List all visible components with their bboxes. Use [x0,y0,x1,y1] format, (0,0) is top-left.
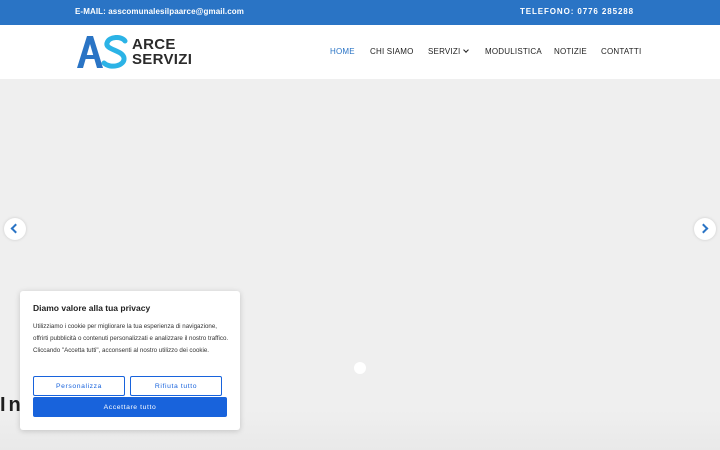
slider-dot[interactable] [354,362,366,374]
nav-home[interactable]: HOME [330,47,355,56]
cookie-text: Utilizziamo i cookie per migliorare la t… [33,323,229,354]
slider-prev-button[interactable] [4,218,26,240]
cookie-title: Diamo valore alla tua privacy [33,303,151,313]
nav-chi-siamo[interactable]: CHI SIAMO [370,47,414,56]
contact-phone[interactable]: TELEFONO: 0776 285288 [520,7,634,16]
nav-modulistica[interactable]: MODULISTICA [485,47,542,56]
site-header: ARCE SERVIZI HOME CHI SIAMO SERVIZI MODU… [0,25,720,79]
nav-notizie[interactable]: NOTIZIE [554,47,587,56]
customize-button[interactable]: Personalizza [33,376,125,396]
reject-all-button[interactable]: Rifiuta tutto [130,376,222,396]
contact-email[interactable]: E-MAIL: asscomunalesilpaarce@gmail.com [75,7,244,16]
slider-next-button[interactable] [694,218,716,240]
chevron-down-icon [463,47,470,53]
accept-all-button[interactable]: Accettare tutto [33,397,227,417]
cookie-banner: Diamo valore alla tua privacy Utilizziam… [20,291,240,430]
chevron-left-icon [10,223,21,234]
nav-contatti[interactable]: CONTATTI [601,47,641,56]
chevron-right-icon [698,223,709,234]
top-bar: E-MAIL: asscomunalesilpaarce@gmail.com T… [0,0,720,25]
nav-servizi[interactable]: SERVIZI [428,47,470,56]
nav-servizi-label: SERVIZI [428,47,461,56]
main-nav: HOME CHI SIAMO SERVIZI MODULISTICA NOTIZ… [0,47,720,61]
